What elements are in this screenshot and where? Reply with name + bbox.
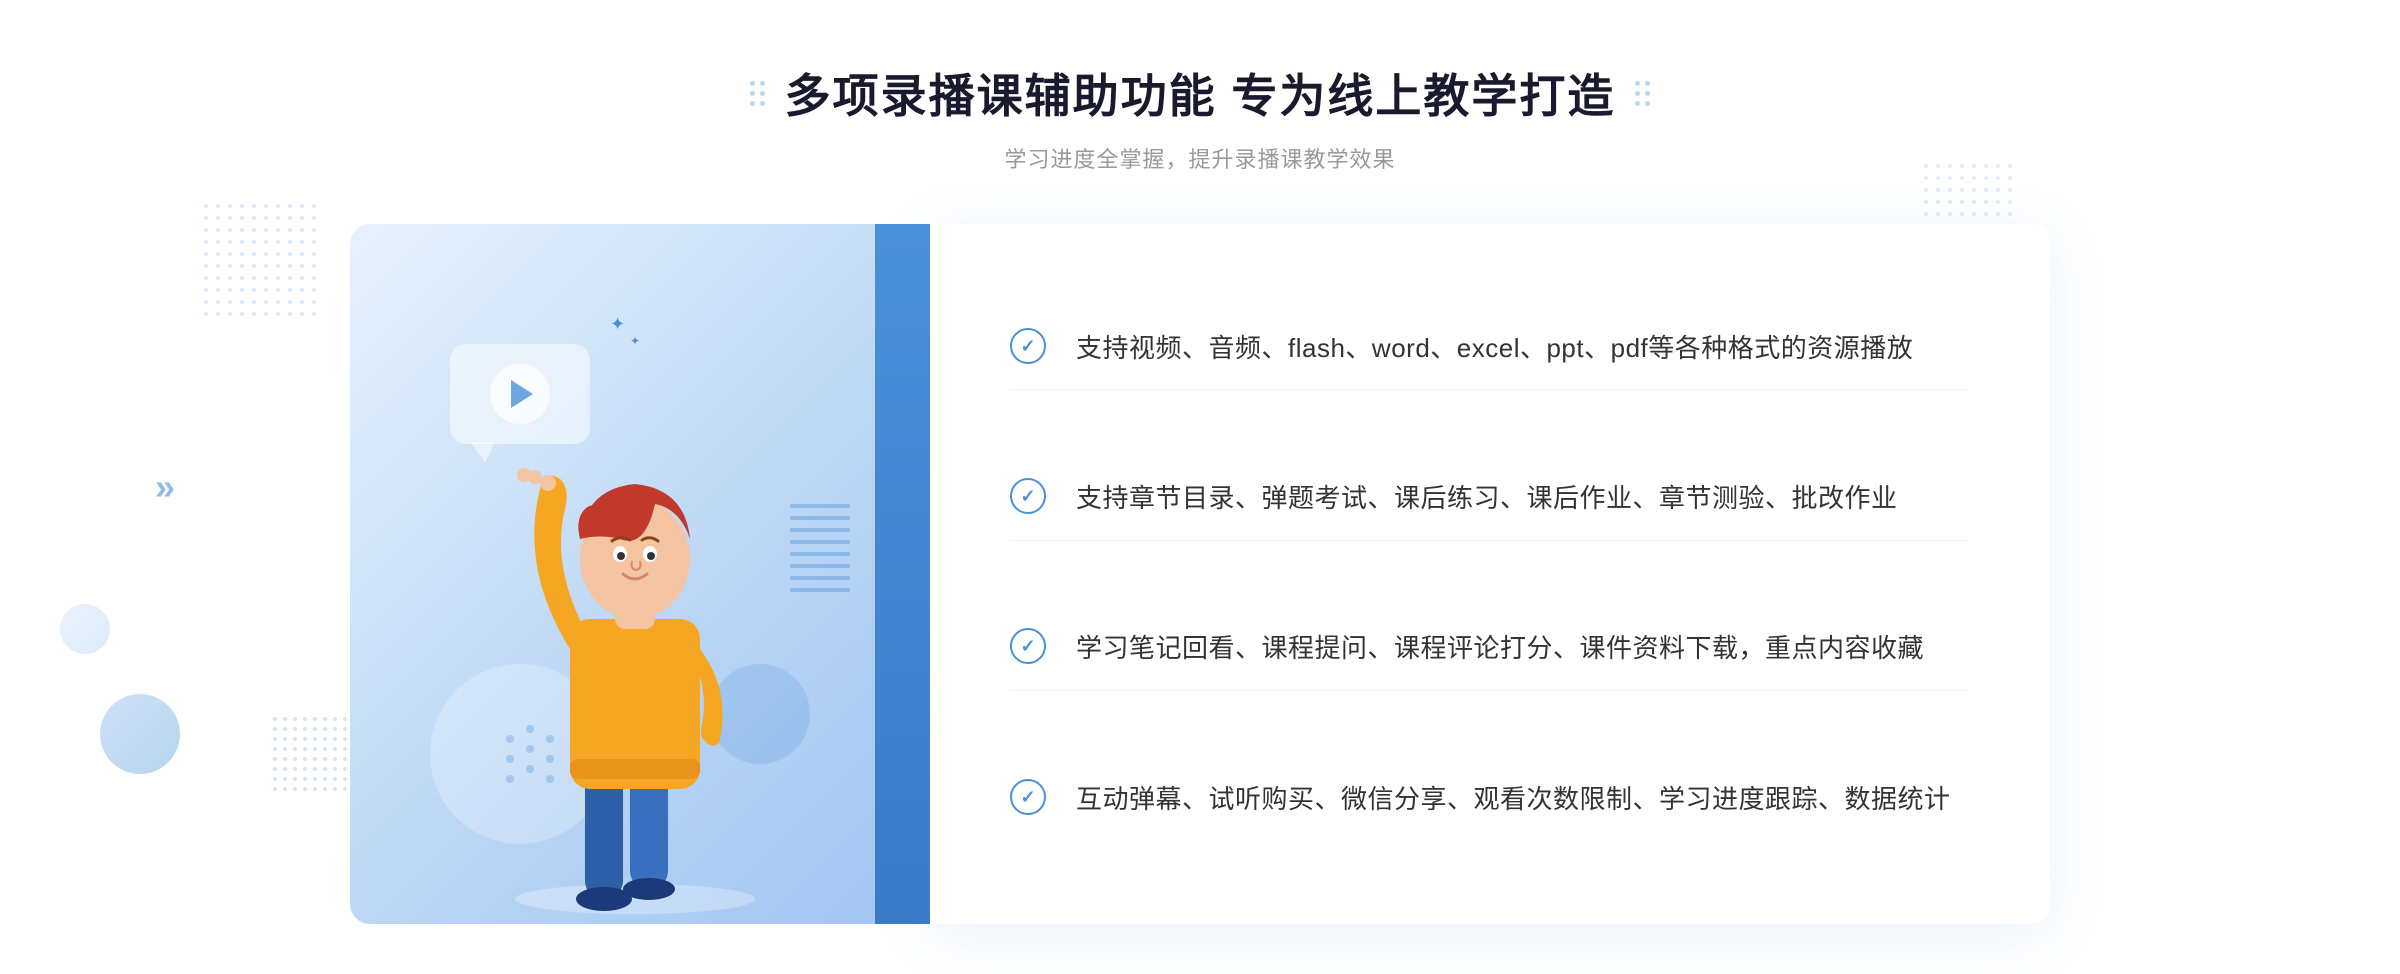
subtitle: 学习进度全掌握，提升录播课教学效果 bbox=[750, 142, 1651, 174]
feature-text-2: 支持章节目录、弹题考试、课后练习、课后作业、章节测验、批改作业 bbox=[1076, 478, 1898, 520]
feature-text-3: 学习笔记回看、课程提问、课程评论打分、课件资料下载，重点内容收藏 bbox=[1076, 628, 1924, 670]
sparkle-decoration-1: ✦ bbox=[610, 314, 625, 335]
check-mark-1: ✓ bbox=[1020, 337, 1035, 355]
illustration-area: ✦ ✦ bbox=[350, 224, 930, 924]
title-dots-right bbox=[1635, 81, 1650, 106]
check-mark-4: ✓ bbox=[1020, 788, 1035, 806]
deco-circle-light bbox=[60, 604, 110, 654]
arrow-decoration-left: » bbox=[155, 466, 175, 508]
check-icon-4: ✓ bbox=[1010, 779, 1046, 815]
main-title: 多项录播课辅助功能 专为线上教学打造 bbox=[785, 60, 1616, 126]
check-icon-2: ✓ bbox=[1010, 478, 1046, 514]
content-area: ✦ ✦ bbox=[350, 224, 2050, 924]
check-mark-3: ✓ bbox=[1020, 637, 1035, 655]
feature-item-3: ✓ 学习笔记回看、课程提问、课程评论打分、课件资料下载，重点内容收藏 bbox=[1010, 608, 1970, 691]
title-row: 多项录播课辅助功能 专为线上教学打造 bbox=[750, 60, 1651, 126]
feature-item-4: ✓ 互动弹幕、试听购买、微信分享、观看次数限制、学习进度跟踪、数据统计 bbox=[1010, 759, 1970, 841]
check-icon-1: ✓ bbox=[1010, 328, 1046, 364]
check-mark-2: ✓ bbox=[1020, 487, 1035, 505]
header-section: 多项录播课辅助功能 专为线上教学打造 学习进度全掌握，提升录播课教学效果 bbox=[750, 60, 1651, 174]
blue-sidebar bbox=[875, 224, 930, 924]
feature-item-1: ✓ 支持视频、音频、flash、word、excel、ppt、pdf等各种格式的… bbox=[1010, 308, 1970, 391]
deco-circle-blue bbox=[100, 694, 180, 774]
dots-decoration-bottom bbox=[270, 714, 350, 794]
features-area: ✓ 支持视频、音频、flash、word、excel、ppt、pdf等各种格式的… bbox=[930, 224, 2050, 924]
check-icon-3: ✓ bbox=[1010, 628, 1046, 664]
title-dots-left bbox=[750, 81, 765, 106]
person-figure bbox=[480, 389, 800, 924]
sparkle-decoration-2: ✦ bbox=[630, 334, 640, 348]
feature-item-2: ✓ 支持章节目录、弹题考试、课后练习、课后作业、章节测验、批改作业 bbox=[1010, 458, 1970, 541]
feature-text-1: 支持视频、音频、flash、word、excel、ppt、pdf等各种格式的资源… bbox=[1076, 328, 1913, 370]
feature-text-4: 互动弹幕、试听购买、微信分享、观看次数限制、学习进度跟踪、数据统计 bbox=[1076, 779, 1951, 821]
page-container: » 多项录播课辅助功能 专为线上教学打造 bbox=[0, 0, 2400, 974]
dots-decoration-left bbox=[200, 200, 320, 320]
